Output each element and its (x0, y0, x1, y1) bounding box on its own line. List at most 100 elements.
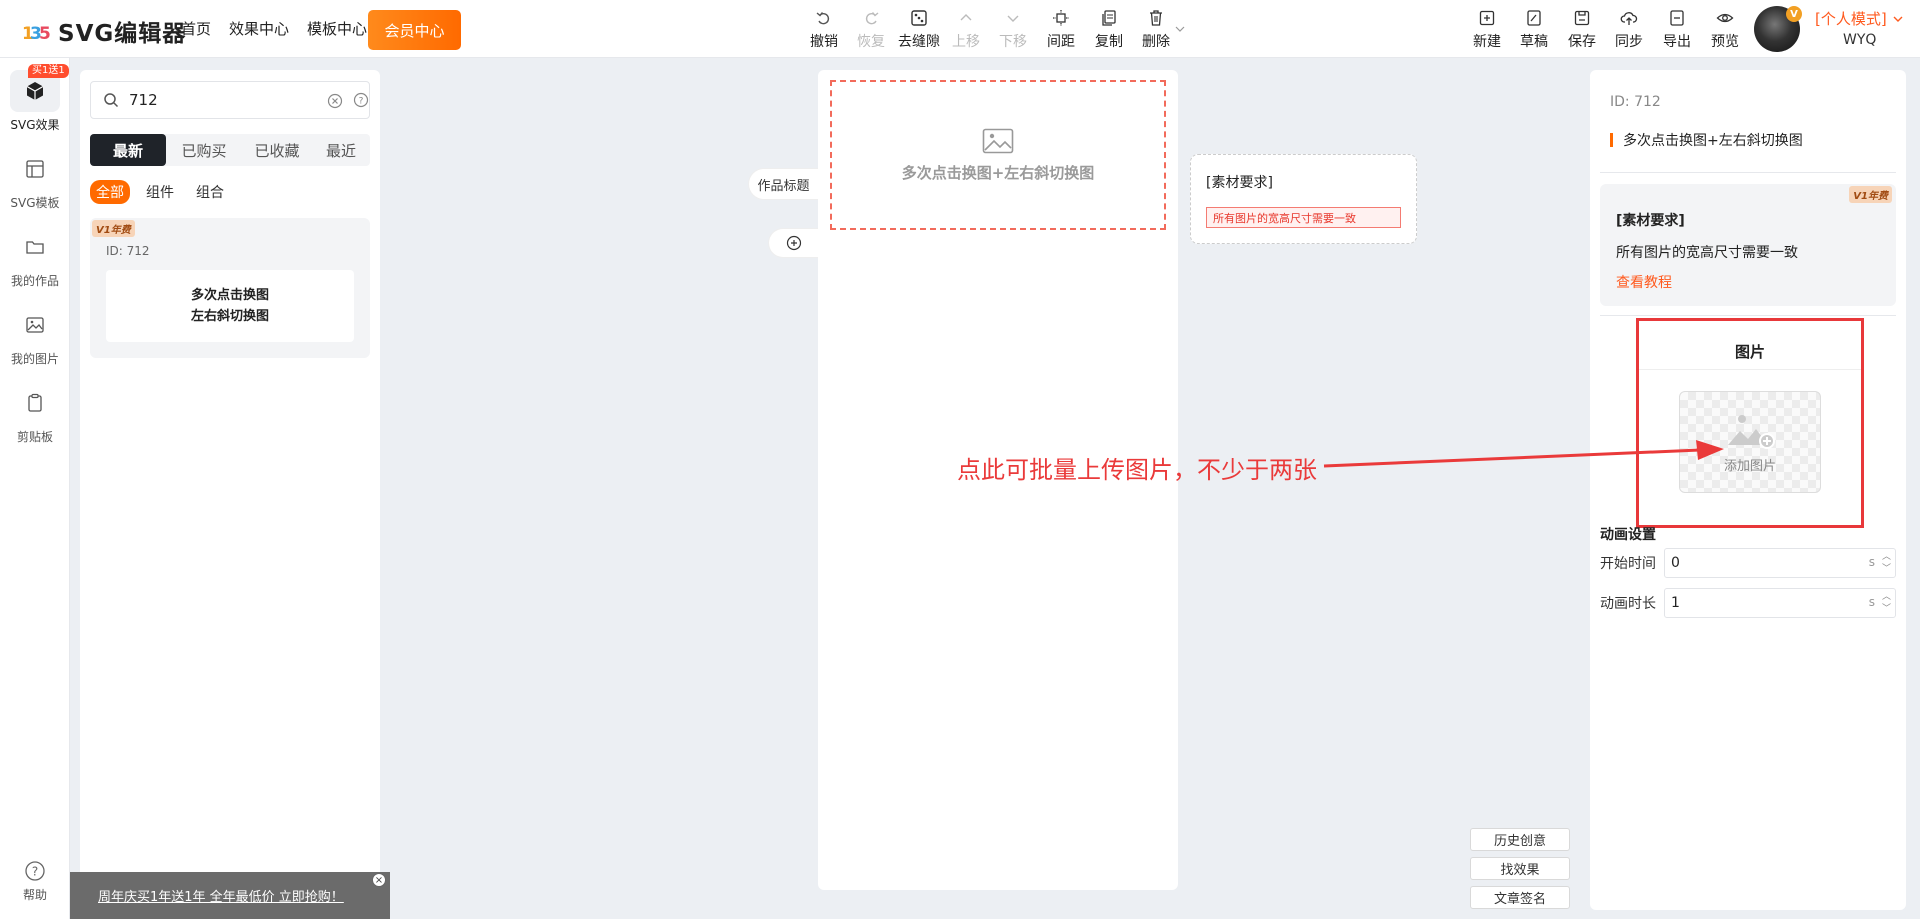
effect-title: 多次点击换图+左右斜切换图 (1610, 130, 1803, 150)
tab-favorites[interactable]: 已收藏 (242, 134, 312, 166)
help-icon[interactable]: ? (353, 92, 369, 108)
rail-item-clipboard[interactable]: 剪贴板 (0, 382, 70, 445)
move-down-label: 下移 (999, 34, 1027, 50)
sync-button[interactable]: 同步 (1606, 8, 1652, 51)
cloud-upload-icon (1620, 8, 1638, 28)
image-section-title: 图片 (1734, 343, 1765, 361)
stepper-icon[interactable]: ︿ ﹀ (1882, 551, 1891, 575)
logo[interactable]: 1 3 5 SVG编辑器 (22, 14, 186, 48)
card-id: ID: 712 (106, 244, 150, 258)
promo-banner[interactable]: 周年庆买1年送1年 全年最低价 立即抢购！ (70, 872, 390, 919)
article-signature-button[interactable]: 文章签名 (1470, 886, 1570, 909)
preview-button[interactable]: 预览 (1702, 8, 1748, 51)
req-warning: 所有图片的宽高尺寸需要一致 (1206, 207, 1401, 228)
effect-id: ID: 712 (1610, 94, 1661, 110)
delete-button[interactable]: 删除 (1133, 8, 1179, 51)
chevron-down-icon (1004, 8, 1022, 28)
draft-button[interactable]: 草稿 (1511, 8, 1557, 51)
nav-templates[interactable]: 模板中心 (307, 18, 367, 39)
spacing-button[interactable]: 间距 (1038, 8, 1084, 51)
title-accent-bar (1610, 133, 1613, 147)
redo-button[interactable]: 恢复 (848, 8, 894, 51)
duration-value: 1 (1671, 595, 1680, 611)
help-label: 帮助 (22, 888, 47, 902)
image-placeholder[interactable]: 多次点击换图+左右斜切换图 (830, 80, 1166, 230)
duration-input[interactable]: 1 s ︿ ﹀ (1664, 588, 1896, 618)
add-image-button[interactable]: 添加图片 (1679, 391, 1821, 493)
search-value: 712 (129, 91, 158, 109)
save-label: 保存 (1568, 34, 1596, 50)
redo-label: 恢复 (857, 34, 885, 50)
logo-icon: 1 3 5 (22, 16, 52, 46)
unit-label: s (1868, 555, 1875, 569)
rail-item-svg-templates[interactable]: SVG模板 (0, 148, 70, 211)
mode-switch[interactable]: [个人模式] (1815, 8, 1904, 29)
filter-chips: 全部 组件 组合 (90, 180, 230, 204)
left-rail: 买1送1 SVG效果 SVG模板 我的作品 我的图片 剪贴板 (0, 58, 70, 919)
req-title: [素材要求] (1206, 175, 1273, 191)
card-preview: 多次点击换图 左右斜切换图 (106, 270, 354, 342)
move-up-label: 上移 (952, 34, 980, 50)
side-buttons: 历史创意 找效果 文章签名 (1470, 828, 1570, 909)
remove-gap-button[interactable]: 去缝隙 (896, 8, 942, 51)
find-effects-button[interactable]: 找效果 (1470, 857, 1570, 880)
rail-label: SVG效果 (10, 118, 60, 132)
more-tools-chevron-icon[interactable] (1174, 22, 1186, 38)
rail-item-svg-effects[interactable]: 买1送1 SVG效果 (0, 64, 70, 133)
help-button[interactable]: ? 帮助 (0, 860, 70, 903)
effect-card[interactable]: V1年费 ID: 712 多次点击换图 左右斜切换图 (90, 218, 370, 358)
search-icon (104, 93, 119, 108)
stepper-icon[interactable]: ︿ ﹀ (1882, 591, 1891, 615)
draft-icon (1525, 8, 1543, 28)
promo-text[interactable]: 周年庆买1年送1年 全年最低价 立即抢购！ (98, 886, 344, 905)
clear-icon[interactable] (327, 93, 343, 109)
start-time-input[interactable]: 0 s ︿ ﹀ (1664, 548, 1896, 578)
dice-icon (910, 8, 928, 28)
tab-latest[interactable]: 最新 (90, 134, 166, 166)
undo-icon (815, 8, 833, 28)
save-button[interactable]: 保存 (1559, 8, 1605, 51)
copy-button[interactable]: 复制 (1086, 8, 1132, 51)
svg-text:?: ? (359, 97, 364, 107)
image-icon (10, 304, 60, 346)
vip-badge: V (1786, 6, 1802, 22)
animation-settings-heading: 动画设置 (1600, 527, 1656, 543)
vip-year-badge: V1年费 (1849, 186, 1892, 203)
export-button[interactable]: 导出 (1654, 8, 1700, 51)
move-down-button[interactable]: 下移 (990, 8, 1036, 51)
divider (1600, 172, 1896, 173)
card-title-line1: 多次点击换图 (190, 288, 269, 303)
promo-badge: 买1送1 (28, 64, 69, 78)
add-block-button[interactable] (768, 228, 818, 258)
start-time-label: 开始时间 (1600, 556, 1656, 572)
undo-button[interactable]: 撤销 (801, 8, 847, 51)
work-title-button[interactable]: 作品标题 (748, 168, 818, 200)
nav-home[interactable]: 首页 (181, 18, 211, 39)
close-icon[interactable]: × (372, 873, 386, 887)
effect-tabs: 最新 已购买 已收藏 最近 (90, 134, 370, 166)
eye-icon (1716, 8, 1734, 28)
nav-effects[interactable]: 效果中心 (229, 18, 289, 39)
new-button[interactable]: 新建 (1464, 8, 1510, 51)
clipboard-icon (10, 382, 60, 424)
filter-all[interactable]: 全部 (90, 180, 130, 204)
move-up-button[interactable]: 上移 (943, 8, 989, 51)
rail-item-my-images[interactable]: 我的图片 (0, 304, 70, 367)
export-label: 导出 (1663, 34, 1691, 50)
vip-center-button[interactable]: 会员中心 (368, 10, 461, 50)
material-requirement-box: V1年费 [素材要求] 所有图片的宽高尺寸需要一致 查看教程 (1600, 184, 1896, 306)
copy-label: 复制 (1095, 34, 1123, 50)
history-ideas-button[interactable]: 历史创意 (1470, 828, 1570, 851)
rail-item-my-works[interactable]: 我的作品 (0, 226, 70, 289)
tab-recent[interactable]: 最近 (312, 134, 370, 166)
avatar[interactable]: V (1754, 6, 1802, 52)
filter-components[interactable]: 组件 (140, 180, 180, 204)
start-time-row: 开始时间 0 s ︿ ﹀ (1600, 548, 1896, 578)
tab-purchased[interactable]: 已购买 (166, 134, 242, 166)
tutorial-link[interactable]: 查看教程 (1616, 272, 1672, 292)
filter-combos[interactable]: 组合 (190, 180, 230, 204)
add-image-label: 添加图片 (1723, 458, 1776, 474)
search-input[interactable]: 712 ? (90, 81, 370, 119)
divider (1639, 369, 1861, 370)
main-nav: 首页 效果中心 模板中心 (181, 18, 367, 39)
